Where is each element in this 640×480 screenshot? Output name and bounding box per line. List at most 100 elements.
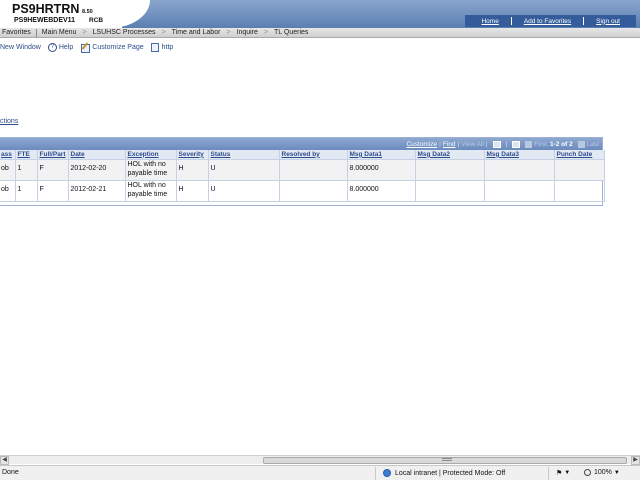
col-header-msg-data2[interactable]: Msg Data2 xyxy=(415,150,485,160)
help-icon: ? xyxy=(47,42,57,52)
grid-navigation-bar: Customize | Find | View All | | First 1-… xyxy=(0,138,602,150)
actions-link[interactable]: ctions xyxy=(0,118,18,125)
col-header-status[interactable]: Status xyxy=(208,150,280,160)
scroll-right-icon[interactable]: ▶ xyxy=(631,456,640,465)
chevron-right-icon: > xyxy=(263,29,269,36)
cell-fte: 1 xyxy=(15,180,38,202)
status-panel-divider xyxy=(548,467,549,480)
new-window-link[interactable]: New Window xyxy=(0,44,41,51)
zoom-icon xyxy=(584,469,591,476)
cell-msg-data3 xyxy=(484,180,555,202)
http-link[interactable]: http xyxy=(150,42,174,52)
nav-time-and-labor[interactable]: Time and Labor xyxy=(170,29,223,36)
status-panel-divider xyxy=(375,467,376,480)
add-to-favorites-link[interactable]: Add to Favorites xyxy=(512,18,583,25)
cell-exception: HOL with no payable time xyxy=(125,159,177,181)
scroll-left-icon[interactable]: ◀ xyxy=(0,456,9,465)
grid-last-link[interactable]: Last xyxy=(587,141,599,148)
app-brand: PS9HRTRN xyxy=(12,2,80,16)
first-arrow-icon[interactable] xyxy=(525,140,533,148)
customize-page-label: Customize Page xyxy=(92,43,144,51)
nav-tl-queries[interactable]: TL Queries xyxy=(272,29,310,36)
nav-favorites[interactable]: Favorites xyxy=(0,29,33,36)
page-toolbar: New Window ? Help Customize Page http xyxy=(0,41,180,53)
page-icon xyxy=(150,42,159,52)
cell-resolved-by xyxy=(279,180,348,202)
col-header-date[interactable]: Date xyxy=(68,150,126,160)
cell-class: ob xyxy=(0,159,16,181)
horizontal-scrollbar[interactable]: ◀ ▶ xyxy=(0,455,640,465)
cell-full-part: F xyxy=(37,159,69,181)
server-name: PS9HEWEBDEV11 xyxy=(14,17,76,24)
zoom-level: 100% xyxy=(594,469,612,476)
grid-link-divider: | xyxy=(505,140,508,148)
grid-link-divider: | xyxy=(485,140,488,148)
col-header-msg-data3[interactable]: Msg Data3 xyxy=(484,150,555,160)
cell-status: U xyxy=(208,180,280,202)
scrollbar-grip-icon xyxy=(442,458,452,461)
chevron-right-icon: > xyxy=(161,29,166,36)
grid-find-link[interactable]: Find xyxy=(443,141,456,148)
table-row: ob 1 F 2012-02-21 HOL with no payable ti… xyxy=(0,180,605,202)
app-version: 8.50 xyxy=(82,9,93,15)
cell-msg-data2 xyxy=(415,159,485,181)
cell-severity: H xyxy=(176,180,209,202)
grid-first-link[interactable]: First xyxy=(534,141,547,148)
cell-msg-data3 xyxy=(484,159,555,181)
cell-class: ob xyxy=(0,180,16,202)
cell-full-part: F xyxy=(37,180,69,202)
col-header-exception[interactable]: Exception xyxy=(125,150,177,160)
cell-date: 2012-02-21 xyxy=(68,180,126,202)
browser-viewport: PS9HRTRN 8.50 PS9HEWEBDEV11 RCB Home Add… xyxy=(0,0,640,480)
cell-status: U xyxy=(208,159,280,181)
header-links: Home Add to Favorites Sign out xyxy=(465,15,636,27)
cell-punch-date xyxy=(554,159,605,181)
shield-icon: ⚑ xyxy=(556,470,563,477)
chevron-down-icon: ▼ xyxy=(564,470,571,476)
cell-date: 2012-02-20 xyxy=(68,159,126,181)
grid-customize-link[interactable]: Customize xyxy=(406,141,437,148)
chevron-right-icon: > xyxy=(82,29,87,36)
cell-exception: HOL with no payable time xyxy=(125,180,177,202)
grid-view-all-link[interactable]: View All xyxy=(461,141,484,148)
status-text: Done xyxy=(2,469,19,476)
col-header-punch-date[interactable]: Punch Date xyxy=(554,150,605,160)
globe-icon xyxy=(383,469,391,477)
cell-msg-data2 xyxy=(415,180,485,202)
results-grid: Customize | Find | View All | | First 1-… xyxy=(0,137,605,206)
exceptions-table: ass FTE Full/Part Date Exception Severit… xyxy=(0,150,605,202)
cell-severity: H xyxy=(176,159,209,181)
customize-page-link[interactable]: Customize Page xyxy=(80,43,144,53)
zoom-control[interactable]: 100% ▼ xyxy=(584,469,620,476)
http-label: http xyxy=(161,43,174,51)
chevron-right-icon: > xyxy=(226,29,231,36)
col-header-full-part[interactable]: Full/Part xyxy=(37,150,69,160)
col-header-resolved-by[interactable]: Resolved by xyxy=(279,150,348,160)
protected-mode-toggle[interactable]: ⚑ ▼ xyxy=(556,469,570,477)
nav-main-menu[interactable]: Main Menu xyxy=(40,29,79,36)
col-header-fte[interactable]: FTE xyxy=(15,150,38,160)
nav-inquire[interactable]: Inquire xyxy=(235,29,260,36)
breadcrumb: Favorites Main Menu > LSUHSC Processes >… xyxy=(0,28,640,38)
chevron-down-icon: ▼ xyxy=(613,469,620,476)
col-header-msg-data1[interactable]: Msg Data1 xyxy=(347,150,416,160)
sign-out-link[interactable]: Sign out xyxy=(584,18,632,25)
browser-status-bar: Done Local intranet | Protected Mode: Of… xyxy=(0,465,640,480)
download-grid-icon[interactable] xyxy=(512,140,521,148)
help-link[interactable]: ? Help xyxy=(47,42,74,52)
app-header: PS9HRTRN 8.50 PS9HEWEBDEV11 RCB Home Add… xyxy=(0,0,640,28)
cell-fte: 1 xyxy=(15,159,38,181)
col-header-class[interactable]: ass xyxy=(0,150,16,160)
nav-lsuhsc-processes[interactable]: LSUHSC Processes xyxy=(91,29,158,36)
cell-punch-date xyxy=(554,180,605,202)
col-header-severity[interactable]: Severity xyxy=(176,150,209,160)
home-link[interactable]: Home xyxy=(469,18,510,25)
help-label: Help xyxy=(58,43,74,51)
security-zone[interactable]: Local intranet | Protected Mode: Off xyxy=(383,469,505,477)
user-id: RCB xyxy=(89,17,104,24)
grid-row-range: 1-2 of 2 xyxy=(549,140,573,148)
edit-icon xyxy=(80,43,91,53)
cell-msg-data1: 8.000000 xyxy=(347,159,416,181)
zoom-grid-icon[interactable] xyxy=(492,140,501,148)
last-arrow-icon[interactable] xyxy=(577,140,585,148)
